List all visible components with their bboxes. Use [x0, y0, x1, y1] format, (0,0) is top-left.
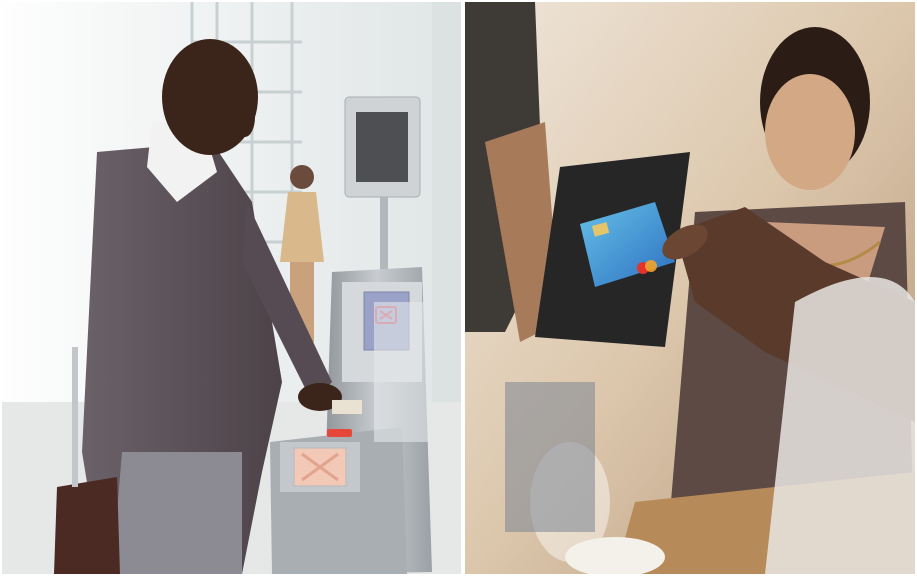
red-indicator-light [327, 429, 352, 437]
airport-gate-scene [2, 2, 461, 574]
passport-card [332, 400, 362, 414]
card-payment-photo [465, 2, 915, 574]
leather-bag [54, 477, 120, 574]
airport-gate-photo [2, 2, 461, 574]
customer-sleeve [505, 382, 595, 532]
card-payment-scene [465, 2, 915, 574]
rail [72, 347, 78, 487]
